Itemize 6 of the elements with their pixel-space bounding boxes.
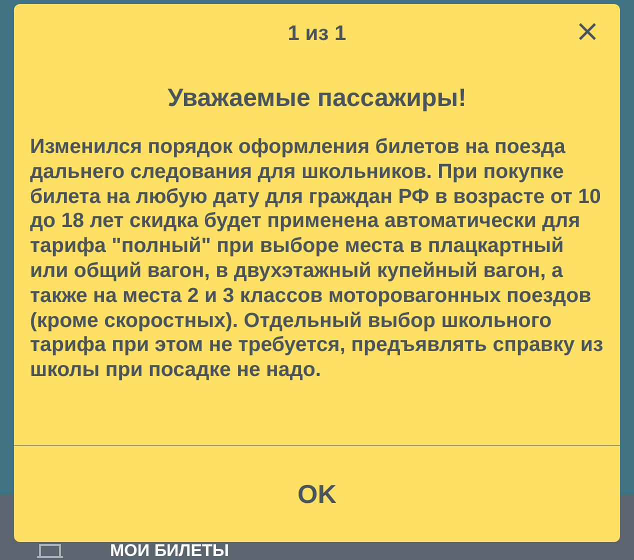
dialog-title: Уважаемые пассажиры! xyxy=(166,84,468,113)
close-button[interactable]: × xyxy=(570,18,604,46)
message-text: Изменился порядок оформления билетов на поезда дальнего следования для школьников. При покупке билета на любую дату для граждан РФ в возрасте от 10 до 18 лет скидка будет применена автоматически для тарифа "полный" при выборе места в плацкартный или общий вагон, в двухэтажный купейный вагон, а также на места 2 и 3 классов моторовагонных поездов (кроме скоростных). Отдельный выбор школьного тарифа при этом не требуется, предъявлять справку из школы при посадке не надо. xyxy=(30,135,604,383)
ok-button[interactable]: OK xyxy=(14,446,620,542)
menu-item[interactable]: МОИ БИЛЕТЫ xyxy=(110,542,230,560)
page-counter: 1 из 1 xyxy=(288,22,346,46)
